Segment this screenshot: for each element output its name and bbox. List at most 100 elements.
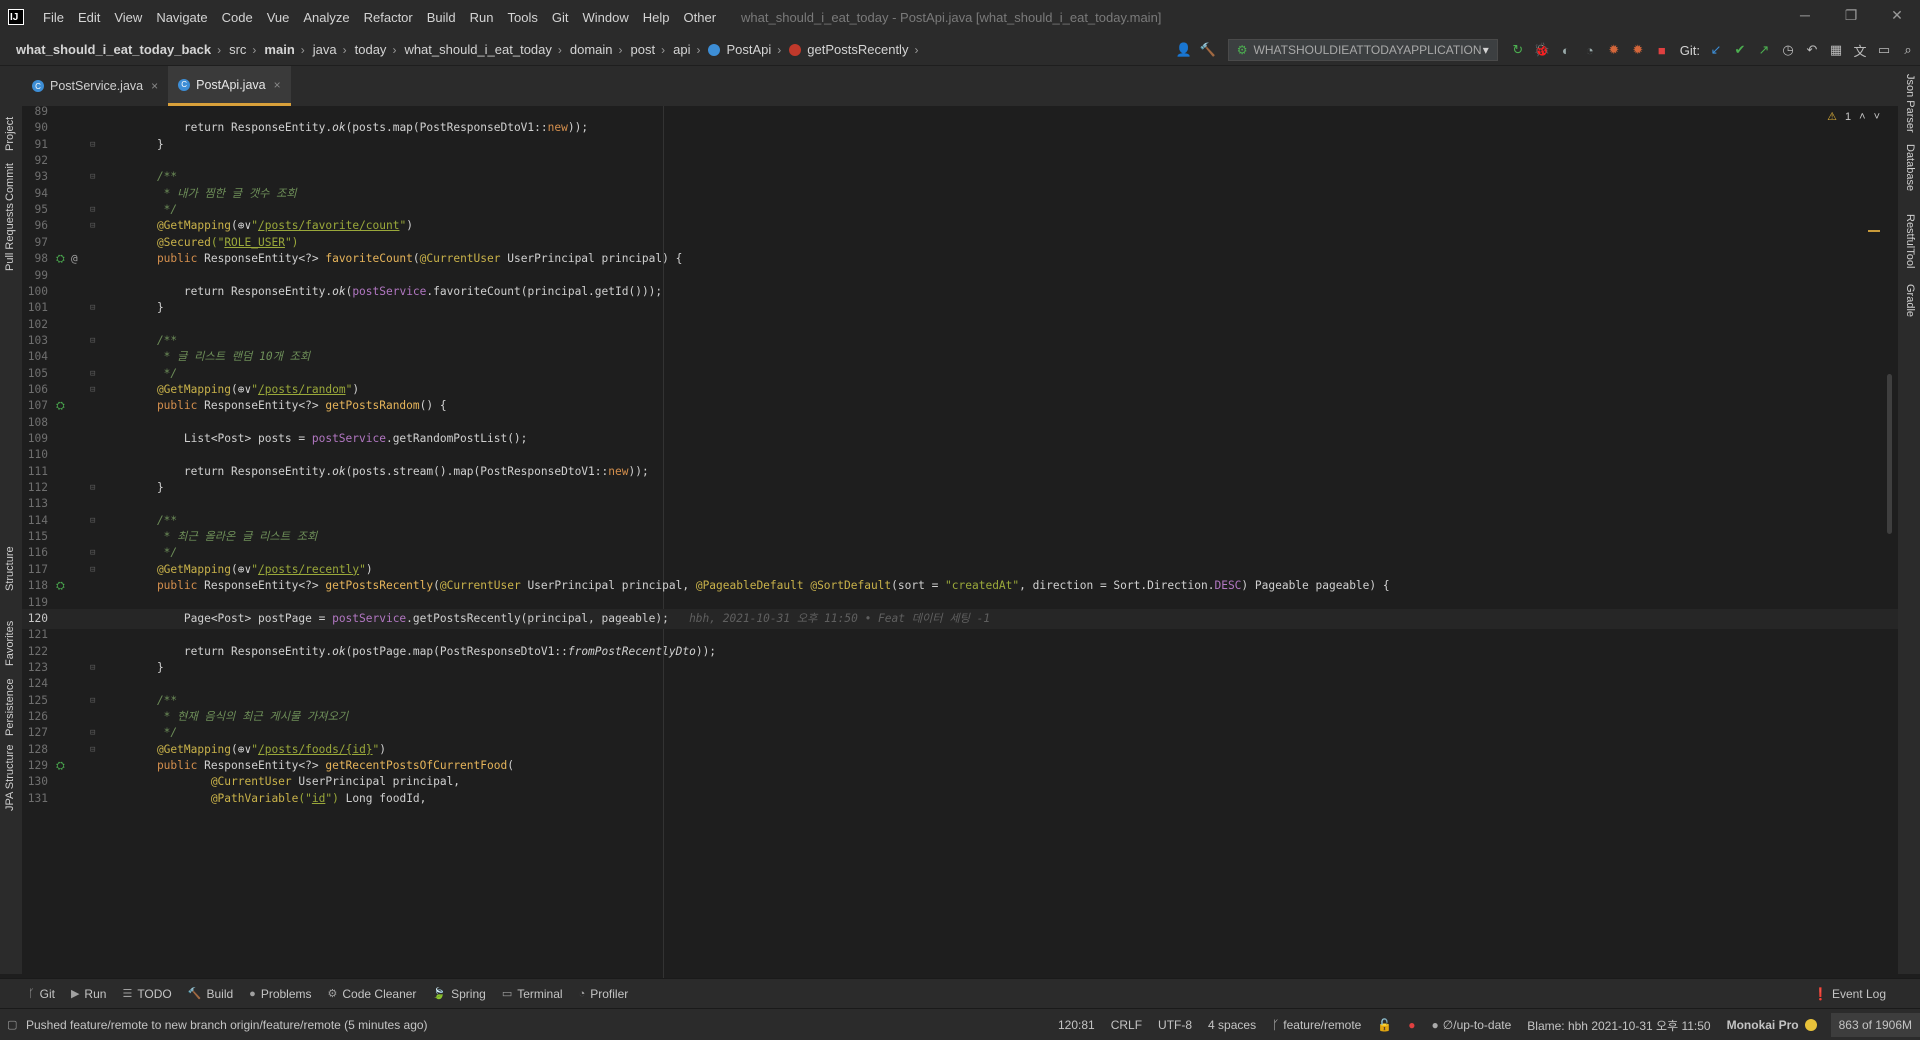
minimize-icon[interactable]: ─: [1782, 0, 1828, 30]
breadcrumb-item[interactable]: what_should_i_eat_today: [404, 42, 551, 57]
menu-item-vue[interactable]: Vue: [260, 10, 297, 25]
inspection-widget[interactable]: ⚠ 1 ˄ ˅: [1827, 110, 1880, 124]
code-token: ⊕∨: [237, 742, 252, 756]
breadcrumb-item[interactable]: java: [313, 42, 337, 57]
user-icon[interactable]: 👤: [1173, 39, 1195, 61]
sync-status[interactable]: ● ∅/up-to-date: [1432, 1018, 1512, 1032]
tool-tab-database[interactable]: Database: [1898, 144, 1920, 214]
event-log-button[interactable]: ❗ Event Log: [1813, 987, 1886, 1001]
tool-window-build[interactable]: 🔨 Build: [188, 987, 233, 1001]
tool-tab-pull-requests[interactable]: Pull Requests: [0, 203, 22, 351]
tool-tab-gradle[interactable]: Gradle: [1898, 284, 1920, 354]
menu-item-navigate[interactable]: Navigate: [149, 10, 214, 25]
tool-tab-label: Pull Requests: [4, 203, 16, 271]
lock-icon[interactable]: 🔓: [1377, 1018, 1392, 1032]
rerun-icon[interactable]: ↻: [1507, 39, 1529, 61]
menu-item-file[interactable]: File: [36, 10, 71, 25]
menu-item-window[interactable]: Window: [576, 10, 636, 25]
breadcrumb-item[interactable]: getPostsRecently: [789, 42, 908, 57]
menu-item-analyze[interactable]: Analyze: [296, 10, 356, 25]
search-icon[interactable]: ⌕: [1897, 39, 1919, 61]
menu-item-help[interactable]: Help: [636, 10, 677, 25]
memory-indicator[interactable]: 863 of 1906M: [1830, 1013, 1920, 1037]
editor-tab[interactable]: C PostApi.java ×: [168, 66, 291, 106]
tool-tab-label: Gradle: [1904, 284, 1916, 318]
git-branch-widget[interactable]: ᚴ feature/remote: [1272, 1018, 1361, 1032]
menu-item-build[interactable]: Build: [420, 10, 463, 25]
error-icon[interactable]: ●: [1408, 1018, 1415, 1032]
code-token: /posts/random: [258, 382, 346, 396]
project-structure-icon[interactable]: ▦: [1825, 39, 1847, 61]
tool-window-run[interactable]: ▶ Run: [71, 987, 106, 1001]
debug-icon[interactable]: 🐞: [1531, 39, 1553, 61]
file-encoding[interactable]: UTF-8: [1158, 1018, 1192, 1032]
tool-window-label: Problems: [260, 986, 312, 1001]
menu-item-code[interactable]: Code: [215, 10, 260, 25]
indent-setting[interactable]: 4 spaces: [1208, 1018, 1256, 1032]
breadcrumb-item[interactable]: what_should_i_eat_today_back: [16, 42, 211, 57]
scrollbar-warning-marker[interactable]: [1868, 230, 1880, 232]
breadcrumb-item[interactable]: src: [229, 42, 246, 57]
close-icon[interactable]: ×: [151, 79, 158, 93]
tool-window-spring[interactable]: 🍃 Spring: [432, 987, 485, 1001]
stop-icon[interactable]: ■: [1651, 39, 1673, 61]
tool-tab-restfultool[interactable]: RestfulTool: [1898, 214, 1920, 284]
git-commit-icon[interactable]: ✔: [1729, 39, 1751, 61]
rollback-icon[interactable]: ↶: [1801, 39, 1823, 61]
tool-window-label: Profiler: [590, 986, 629, 1001]
menu-item-other[interactable]: Other: [677, 10, 724, 25]
menu-item-tools[interactable]: Tools: [501, 10, 545, 25]
breadcrumb-item[interactable]: PostApi: [708, 42, 771, 57]
layout-icon[interactable]: ▭: [1873, 39, 1895, 61]
menu-item-refactor[interactable]: Refactor: [357, 10, 420, 25]
breadcrumb-label: domain: [569, 42, 613, 57]
tool-tab-json-parser[interactable]: Json Parser: [1898, 74, 1920, 144]
tool-window-terminal[interactable]: ▭ Terminal: [502, 987, 563, 1001]
close-icon[interactable]: ✕: [1874, 0, 1920, 30]
menu-item-run[interactable]: Run: [463, 10, 501, 25]
profiler-icon[interactable]: ◔: [1579, 39, 1601, 61]
code-editor[interactable]: 89 90 return ResponseEntity.ok(posts.map(…: [22, 106, 1898, 978]
close-icon[interactable]: ×: [274, 78, 281, 92]
chevron-up-icon[interactable]: ˄: [1859, 111, 1865, 123]
git-push-icon[interactable]: ↗: [1753, 39, 1775, 61]
tool-window-code-cleaner[interactable]: ⚙ Code Cleaner: [328, 987, 417, 1001]
blame-info[interactable]: Blame: hbh 2021-10-31 오후 11:50: [1527, 1017, 1710, 1034]
code-token: (": [298, 791, 312, 805]
translate-icon[interactable]: 文: [1849, 39, 1871, 61]
line-separator[interactable]: CRLF: [1111, 1018, 1142, 1032]
menu-item-edit[interactable]: Edit: [71, 10, 107, 25]
vertical-scrollbar[interactable]: [1887, 374, 1892, 534]
coverage-icon[interactable]: ◐: [1555, 39, 1577, 61]
restore-icon[interactable]: ❐: [1828, 0, 1874, 30]
theme-widget[interactable]: Monokai Pro: [1727, 1018, 1817, 1032]
code-line[interactable]: 131 @PathVariable("id") Long foodId,: [22, 789, 1898, 809]
menu-item-view[interactable]: View: [107, 10, 149, 25]
tool-tab-jpa-structure[interactable]: JPA Structure: [0, 745, 22, 891]
code-token: DESC: [1214, 579, 1242, 593]
chevron-down-icon[interactable]: ˅: [1874, 111, 1880, 123]
build-hammer-icon[interactable]: 🔨: [1197, 39, 1219, 61]
breadcrumb-item[interactable]: api: [673, 42, 690, 57]
breadcrumb-item[interactable]: main: [264, 42, 294, 57]
git-update-icon[interactable]: ↙: [1705, 39, 1727, 61]
caret-position[interactable]: 120:81: [1058, 1018, 1095, 1032]
panel-toggle-icon[interactable]: ▢: [7, 1018, 17, 1031]
tool-window-todo[interactable]: ☰ TODO: [122, 987, 171, 1001]
sync-dot-icon: ●: [1431, 1018, 1439, 1032]
breadcrumb-item[interactable]: today: [355, 42, 387, 57]
tool-window-problems[interactable]: ● Problems: [249, 987, 311, 1001]
branch-name: feature/remote: [1283, 1018, 1362, 1032]
breadcrumb-item[interactable]: domain: [570, 42, 613, 57]
tool-window-git[interactable]: ᚴ Git: [28, 987, 55, 1001]
rebuild-icon[interactable]: ✹: [1627, 39, 1649, 61]
history-icon[interactable]: ◷: [1777, 39, 1799, 61]
run-configuration-select[interactable]: ⚙ WHATSHOULDIEATTODAYAPPLICATION ▾: [1227, 39, 1498, 61]
code-token: new: [547, 121, 568, 135]
editor-tab[interactable]: C PostService.java ×: [22, 66, 168, 106]
breadcrumb-item[interactable]: post: [631, 42, 656, 57]
menu-item-git[interactable]: Git: [545, 10, 576, 25]
status-message[interactable]: Pushed feature/remote to new branch orig…: [26, 1018, 428, 1032]
update-running-icon[interactable]: ✹: [1603, 39, 1625, 61]
tool-window-profiler[interactable]: ◔ Profiler: [579, 987, 629, 1001]
